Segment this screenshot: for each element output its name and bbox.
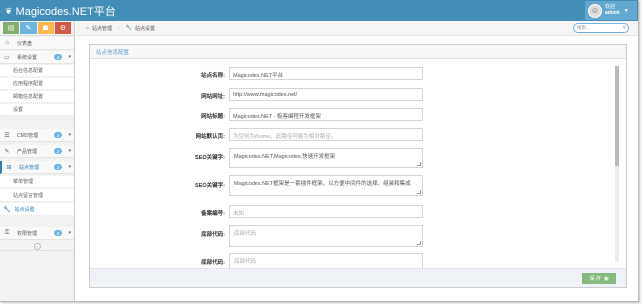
- chevron-down-icon: ▾: [68, 230, 71, 236]
- site-name-input[interactable]: Magicodes.NET平台: [229, 67, 423, 80]
- sidebar-subitem-app-config[interactable]: 应用程序配置: [0, 78, 74, 90]
- breadcrumb-separator: ›: [118, 25, 120, 31]
- scrollbar-thumb[interactable]: [615, 66, 619, 166]
- list-icon: ☰: [4, 132, 10, 139]
- app-window: ❦ Magicodes.NET平台 ☺ 欢迎 admin ▼ ▤ ✎ ☗ ⚙ ⌂…: [0, 0, 639, 302]
- chevron-down-icon: ▾: [68, 132, 71, 138]
- sidebar-subitem-menu-management[interactable]: 菜单管理: [0, 176, 74, 188]
- field-label: 站点名称:: [201, 73, 225, 79]
- panel-title: 站点信息配置: [90, 45, 626, 59]
- brand[interactable]: ❦ Magicodes.NET平台: [5, 3, 116, 19]
- sidebar-item-system-settings[interactable]: ▭ 系统设置 4 ▾: [0, 51, 74, 64]
- sidebar-item-products[interactable]: ✎ 产品管理 2 ▾: [0, 145, 74, 158]
- count-badge: 4: [54, 132, 62, 138]
- sidebar-item-cms[interactable]: ☰ CMS管理 4 ▾: [0, 129, 74, 142]
- wrench-icon: 🔧: [125, 25, 132, 31]
- chevron-down-icon: ▾: [68, 54, 71, 60]
- breadcrumb: ⌂ 站点管理 › 🔧 站点设置 搜索... ⚲: [76, 21, 638, 36]
- sidebar-item-site-management[interactable]: ⊞ 站点管理 3 ▾: [0, 161, 74, 174]
- scrollbar[interactable]: [615, 66, 619, 262]
- chevron-down-icon: ▾: [68, 164, 71, 170]
- sitemap-icon: ⊞: [6, 164, 12, 171]
- chart-icon[interactable]: ▤: [3, 22, 20, 34]
- sidebar: ▤ ✎ ☗ ⚙ ⌂ 仪表盘 ▭ 系统设置 4 ▾ 后台信息配置 应用程序配置 邮…: [0, 21, 75, 301]
- field-label: 底部代码:: [201, 260, 225, 266]
- site-url-input[interactable]: http://www.magicodes.net/: [229, 88, 423, 101]
- dashboard-icon: ⌂: [5, 40, 9, 46]
- breadcrumb-item[interactable]: 站点管理: [92, 25, 112, 32]
- seo-keywords-textarea[interactable]: Magicodes.NET,Magicodes,快速开发框架: [229, 148, 423, 168]
- footer-code-textarea[interactable]: 底部代码: [229, 225, 423, 247]
- users-icon[interactable]: ☗: [37, 22, 54, 34]
- double-angle-left-icon: «: [33, 242, 41, 250]
- sidebar-item-dashboard[interactable]: ⌂ 仪表盘: [0, 37, 74, 50]
- field-label: 底部代码:: [201, 232, 225, 238]
- count-badge: 4: [54, 54, 62, 60]
- save-icon: ▣: [603, 275, 609, 282]
- panel-footer: 保 存 ▣: [90, 268, 626, 287]
- edit-icon: ✎: [4, 148, 10, 155]
- breadcrumb-item-current: 站点设置: [134, 25, 155, 32]
- desktop-icon: ▭: [4, 54, 10, 61]
- site-title-input[interactable]: Magicodes.NET - 极客编程开发框架: [229, 108, 423, 121]
- user-name: admin: [605, 9, 620, 16]
- pencil-icon[interactable]: ✎: [20, 22, 37, 34]
- app-title: Magicodes.NET平台: [15, 6, 116, 18]
- count-badge: 2: [54, 230, 62, 236]
- sidebar-shortcuts: ▤ ✎ ☗ ⚙: [0, 21, 74, 36]
- field-label: SEO关键字:: [195, 155, 225, 161]
- sidebar-subitem-site-messages[interactable]: 站点留言管理: [0, 189, 74, 202]
- icp-number-input[interactable]: 未知: [229, 205, 423, 218]
- key-icon: ⚿: [4, 229, 10, 236]
- home-icon: ⌂: [86, 25, 90, 31]
- resize-grip-icon[interactable]: [417, 162, 421, 166]
- search-icon: ⚲: [622, 25, 626, 30]
- count-badge: 3: [54, 164, 62, 170]
- site-config-panel: 站点信息配置 站点名称: Magicodes.NET平台 网站网址: http:…: [89, 44, 627, 288]
- sidebar-subitem-site-settings[interactable]: 🔧 站点设置: [0, 203, 74, 216]
- field-label: 备案编号:: [201, 211, 225, 217]
- seo-description-textarea[interactable]: Magicodes.NET框架是一套插件框架，以方便中间件的选择、组装和集成: [229, 175, 423, 196]
- panel-body: 站点名称: Magicodes.NET平台 网站网址: http://www.m…: [90, 60, 626, 268]
- field-label: 网站网址:: [201, 94, 225, 100]
- search-input[interactable]: 搜索... ⚲: [573, 23, 629, 33]
- save-button[interactable]: 保 存 ▣: [582, 273, 616, 284]
- cogs-icon[interactable]: ⚙: [54, 22, 71, 34]
- chevron-down-icon: ▾: [68, 148, 71, 154]
- caret-down-icon: ▼: [623, 7, 629, 14]
- avatar: ☺: [588, 3, 602, 18]
- leaf-icon: ❦: [5, 5, 13, 16]
- field-label: 网站标题:: [201, 114, 225, 120]
- field-label: SEO关键字:: [195, 183, 225, 189]
- sidebar-subitem-settings[interactable]: 设置: [0, 104, 74, 116]
- footer-code-textarea[interactable]: 底部代码: [229, 253, 423, 268]
- wrench-icon: 🔧: [3, 206, 11, 213]
- sidebar-subitem-mail-config[interactable]: 邮箱信息配置: [0, 91, 74, 103]
- field-label: 网站默认页:: [195, 134, 225, 140]
- sidebar-item-permissions[interactable]: ⚿ 权限管理 2 ▾: [0, 227, 74, 240]
- count-badge: 2: [54, 148, 62, 154]
- resize-grip-icon[interactable]: [417, 190, 421, 194]
- user-menu[interactable]: ☺ 欢迎 admin ▼: [585, 1, 637, 20]
- sidebar-subitem-backend-config[interactable]: 后台信息配置: [0, 65, 74, 77]
- sidebar-collapse-toggle[interactable]: «: [0, 242, 74, 251]
- resize-grip-icon[interactable]: [417, 241, 421, 245]
- default-page-input[interactable]: 为空则为/home，此路径可能为相对路径。: [229, 128, 423, 141]
- top-navbar: ❦ Magicodes.NET平台 ☺ 欢迎 admin ▼: [0, 0, 638, 21]
